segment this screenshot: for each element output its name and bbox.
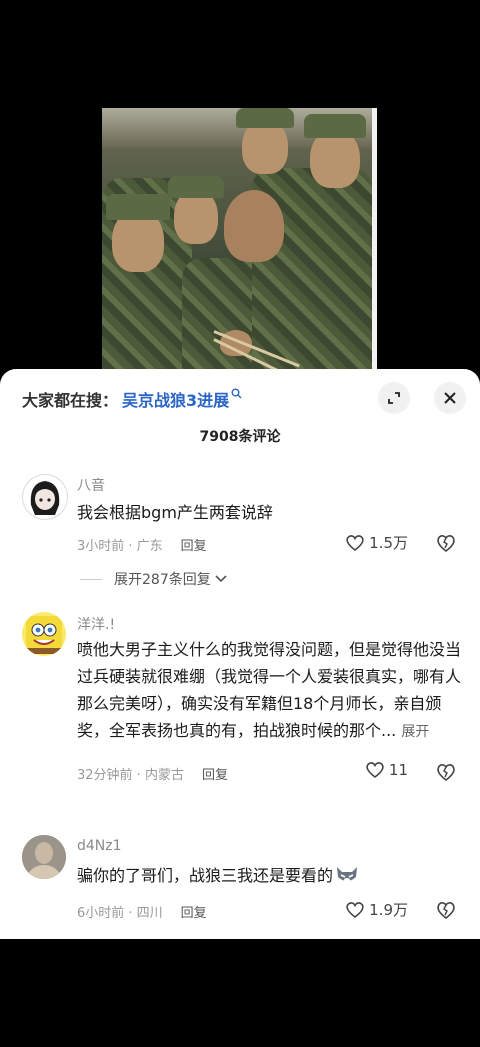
dislike-icon[interactable] bbox=[435, 762, 457, 782]
like-count: 1.5万 bbox=[369, 534, 408, 552]
soldier-cap bbox=[106, 194, 170, 220]
expand-text-button[interactable]: 展开 bbox=[401, 724, 429, 740]
comment-time: 6小时前 · 四川 bbox=[77, 906, 163, 921]
avatar[interactable] bbox=[22, 835, 66, 879]
comment-count: 7908条评论 bbox=[199, 429, 281, 445]
username[interactable]: d4Nz1 bbox=[77, 838, 122, 854]
expand-icon bbox=[388, 392, 400, 404]
heart-icon bbox=[346, 901, 364, 918]
divider bbox=[80, 578, 102, 580]
spongebob-avatar-icon bbox=[26, 616, 62, 654]
more-replies-label: 展开287条回复 bbox=[114, 572, 211, 588]
soldier-cap bbox=[304, 114, 366, 138]
comment-text: 骗你的了哥们，战狼三我还是要看的 bbox=[77, 862, 462, 889]
heart-icon bbox=[346, 534, 364, 551]
username[interactable]: 洋洋.! bbox=[77, 614, 115, 634]
photo-avatar-icon bbox=[22, 835, 66, 879]
anime-avatar-icon bbox=[30, 481, 60, 515]
trending-search[interactable]: 大家都在搜： 吴京战狼3进展 bbox=[22, 387, 242, 411]
expand-replies-button[interactable]: 展开287条回复 bbox=[80, 569, 228, 589]
reply-button[interactable]: 回复 bbox=[181, 906, 207, 921]
comment-time: 32分钟前 · 内蒙古 bbox=[77, 768, 184, 783]
avatar[interactable] bbox=[22, 612, 66, 656]
soldier-cap bbox=[168, 176, 224, 198]
reply-button[interactable]: 回复 bbox=[202, 768, 228, 783]
dislike-icon[interactable] bbox=[435, 533, 457, 553]
comment-text: 喷他大男子主义什么的我觉得没问题，但是觉得他没当过兵硬装就很难绷（我觉得一个人爱… bbox=[77, 636, 462, 746]
search-prefix: 大家都在搜： bbox=[22, 391, 119, 410]
like-count: 1.9万 bbox=[369, 901, 408, 919]
video-frame[interactable] bbox=[102, 108, 372, 372]
bottom-letterbox bbox=[0, 939, 480, 1047]
close-button[interactable] bbox=[434, 382, 466, 414]
video-side-bar bbox=[372, 108, 377, 372]
username[interactable]: 八音 bbox=[77, 475, 105, 495]
heart-icon bbox=[366, 762, 384, 779]
wolf-emoji-icon bbox=[337, 867, 358, 882]
comment-meta: 3小时前 · 广东 回复 bbox=[77, 535, 207, 554]
comment-time: 3小时前 · 广东 bbox=[77, 539, 163, 554]
search-keyword[interactable]: 吴京战狼3进展 bbox=[122, 387, 229, 411]
reply-button[interactable]: 回复 bbox=[181, 539, 207, 554]
comment-text-body: 骗你的了哥们，战狼三我还是要看的 bbox=[77, 866, 334, 885]
chevron-down-icon bbox=[215, 575, 227, 583]
like-button[interactable]: 11 bbox=[365, 761, 408, 779]
like-button[interactable]: 1.9万 bbox=[345, 899, 408, 920]
like-button[interactable]: 1.5万 bbox=[345, 532, 408, 553]
comment-meta: 6小时前 · 四川 回复 bbox=[77, 902, 207, 921]
main-face bbox=[224, 190, 284, 262]
close-icon bbox=[444, 392, 456, 404]
soldier-cap bbox=[236, 108, 294, 128]
comment-meta: 32分钟前 · 内蒙古 回复 bbox=[77, 764, 228, 783]
dislike-icon[interactable] bbox=[435, 900, 457, 920]
like-count: 11 bbox=[388, 761, 408, 779]
expand-button[interactable] bbox=[378, 382, 410, 414]
search-icon bbox=[231, 388, 242, 402]
comment-text: 我会根据bgm产生两套说辞 bbox=[77, 503, 273, 522]
avatar[interactable] bbox=[22, 474, 68, 520]
comment-sheet: 大家都在搜： 吴京战狼3进展 7908条评论 八音 我会根据bgm产生两套说辞 … bbox=[0, 369, 480, 939]
